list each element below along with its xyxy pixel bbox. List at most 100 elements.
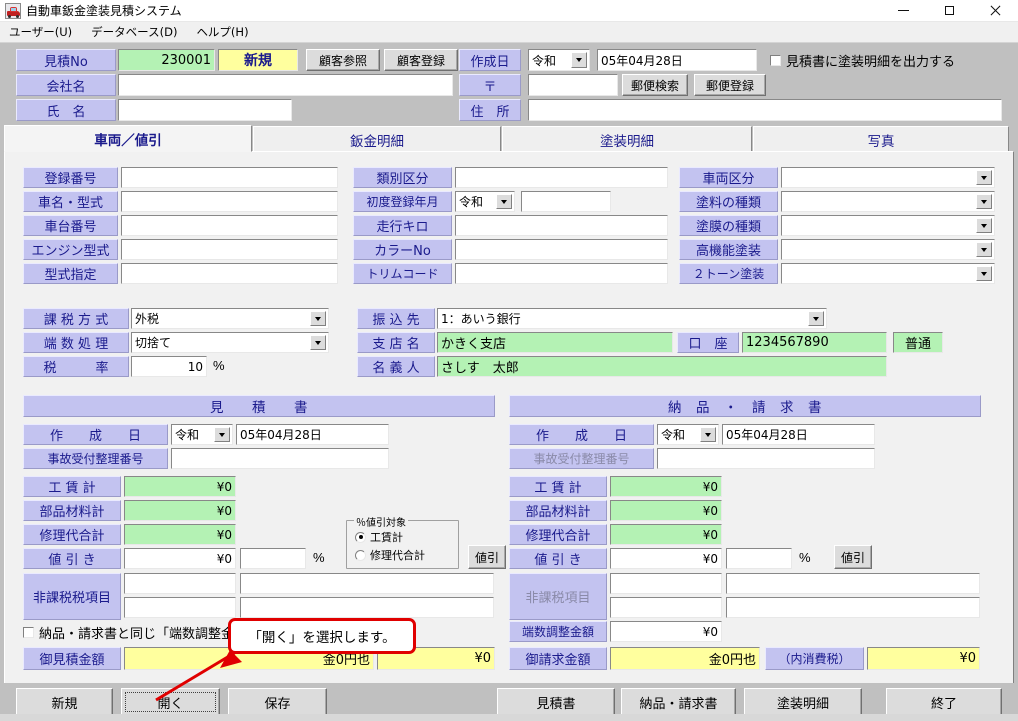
invoice-discount-field[interactable]: ¥0 [610,548,722,569]
rounding-combo[interactable]: 切捨て [131,332,329,353]
inner-tax-field: ¥0 [867,647,980,670]
first-reg-era-combo[interactable]: 令和 [455,191,515,212]
exit-button[interactable]: 終了 [886,688,1002,716]
created-era-combo[interactable]: 令和 [528,49,590,71]
estimate-nontax-amount-2[interactable] [124,597,236,618]
estimate-no-field[interactable]: 230001 [118,49,215,71]
radio-discount-target-repair[interactable]: 修理代合計 [355,547,425,563]
invoice-created-era-combo[interactable]: 令和 [657,424,719,445]
chevron-down-icon[interactable] [976,242,992,257]
invoice-rounding-adj-field[interactable]: ¥0 [610,621,722,642]
estimate-discount-button[interactable]: 値引 [468,545,506,569]
invoice-sheet-button-label: 納品・請求書 [639,696,718,712]
invoice-nontax-note-2[interactable] [726,597,980,618]
chassis-no-field[interactable] [121,215,338,236]
invoice-nontax-note-1[interactable] [726,573,980,594]
chevron-down-icon[interactable] [571,52,587,68]
checkbox-box[interactable] [23,627,34,638]
invoice-discount-pct-unit: % [799,550,811,565]
name-field[interactable] [118,99,292,121]
invoice-nontax-amount-2[interactable] [610,597,722,618]
estimate-created-field[interactable]: 05年04月28日 [236,424,389,445]
trim-code-field[interactable] [455,263,668,284]
reg-no-field[interactable] [121,167,338,188]
minimize-icon[interactable] [880,0,926,22]
created-date-field[interactable]: 05年04月28日 [597,49,757,71]
save-button-label: 保存 [264,696,291,712]
estimate-accident-no-field[interactable] [171,448,389,469]
invoice-discount-pct-field[interactable] [726,548,792,569]
invoice-created-field[interactable]: 05年04月28日 [722,424,875,445]
engine-model-field[interactable] [121,239,338,260]
estimate-nontax-note-2[interactable] [240,597,494,618]
account-type-field[interactable]: 普通 [893,332,943,353]
print-paint-detail-checkbox[interactable]: 見積書に塗装明細を出力する [770,51,955,70]
checkbox-box[interactable] [770,55,781,66]
tab-sheetmetal-detail[interactable]: 鈑金明細 [253,126,501,152]
tax-rate-field[interactable]: 10 [131,356,207,377]
tab-paint-detail[interactable]: 塗装明細 [502,126,752,152]
radio-dot[interactable] [355,531,366,543]
chevron-down-icon[interactable] [700,427,716,442]
estimate-discount-field[interactable]: ¥0 [124,548,236,569]
branch-field[interactable]: かきく支店 [437,332,673,353]
chevron-down-icon[interactable] [214,427,230,442]
mileage-field[interactable] [455,215,668,236]
paint-detail-button[interactable]: 塗装明細 [744,688,862,716]
postal-field[interactable] [528,74,618,96]
chevron-down-icon[interactable] [808,311,824,326]
callout-text: 「開く」を選択します。 [248,630,396,646]
invoice-discount-button[interactable]: 値引 [834,545,872,569]
engine-model-label: エンジン型式 [23,239,118,260]
vehicle-discount-panel: 登録番号 車名・型式 車台番号 エンジン型式 型式指定 類別区分 初度登録年月 … [4,151,1014,684]
high-function-paint-combo[interactable] [781,239,995,260]
new-button[interactable]: 新規 [16,688,113,716]
chevron-down-icon[interactable] [976,170,992,185]
tax-method-combo[interactable]: 外税 [131,308,329,329]
film-type-combo[interactable] [781,215,995,236]
customer-ref-button[interactable]: 顧客参照 [306,49,380,71]
menu-help[interactable]: ヘルプ(H) [193,23,257,42]
maximize-icon[interactable] [926,0,972,22]
radio-discount-target-labor[interactable]: 工賃計 [355,529,403,545]
postal-register-button[interactable]: 郵便登録 [694,74,766,96]
two-tone-paint-combo[interactable] [781,263,995,284]
radio-dot[interactable] [355,549,366,561]
estimate-sheet-button[interactable]: 見積書 [497,688,615,716]
first-reg-date-field[interactable] [521,191,611,212]
menu-database[interactable]: データベース(D) [88,23,186,42]
invoice-nontax-amount-1[interactable] [610,573,722,594]
account-holder-field[interactable]: さしす 太郎 [437,356,887,377]
close-icon[interactable] [972,0,1018,22]
estimate-nontax-amount-1[interactable] [124,573,236,594]
tab-photo[interactable]: 写真 [753,126,1009,152]
estimate-created-era-combo[interactable]: 令和 [171,424,233,445]
model-designation-field[interactable] [121,263,338,284]
postal-search-button[interactable]: 郵便検索 [622,74,688,96]
menu-user[interactable]: ユーザー(U) [6,23,81,42]
class-division-field[interactable] [455,167,668,188]
estimate-discount-pct-field[interactable] [240,548,306,569]
estimate-nontax-note-1[interactable] [240,573,494,594]
address-label: 住 所 [459,99,521,121]
chevron-down-icon[interactable] [976,194,992,209]
chevron-down-icon[interactable] [496,194,512,209]
invoice-repair-total-field: ¥0 [610,524,722,545]
tab-vehicle-discount[interactable]: 車両／値引 [4,125,252,152]
invoice-accident-no-field[interactable] [657,448,875,469]
customer-register-button[interactable]: 顧客登録 [384,49,458,71]
car-model-field[interactable] [121,191,338,212]
chevron-down-icon[interactable] [976,218,992,233]
chevron-down-icon[interactable] [310,335,326,350]
transfer-bank-combo[interactable]: 1：あいう銀行 [437,308,827,329]
invoice-sheet-button[interactable]: 納品・請求書 [621,688,736,716]
company-field[interactable] [118,74,453,96]
address-field[interactable] [528,99,1002,121]
color-no-field[interactable] [455,239,668,260]
paint-type-combo[interactable] [781,191,995,212]
chevron-down-icon[interactable] [310,311,326,326]
invoice-total-label: 御請求金額 [509,647,607,670]
chevron-down-icon[interactable] [976,266,992,281]
vehicle-category-combo[interactable] [781,167,995,188]
account-field[interactable]: 1234567890 [742,332,887,353]
